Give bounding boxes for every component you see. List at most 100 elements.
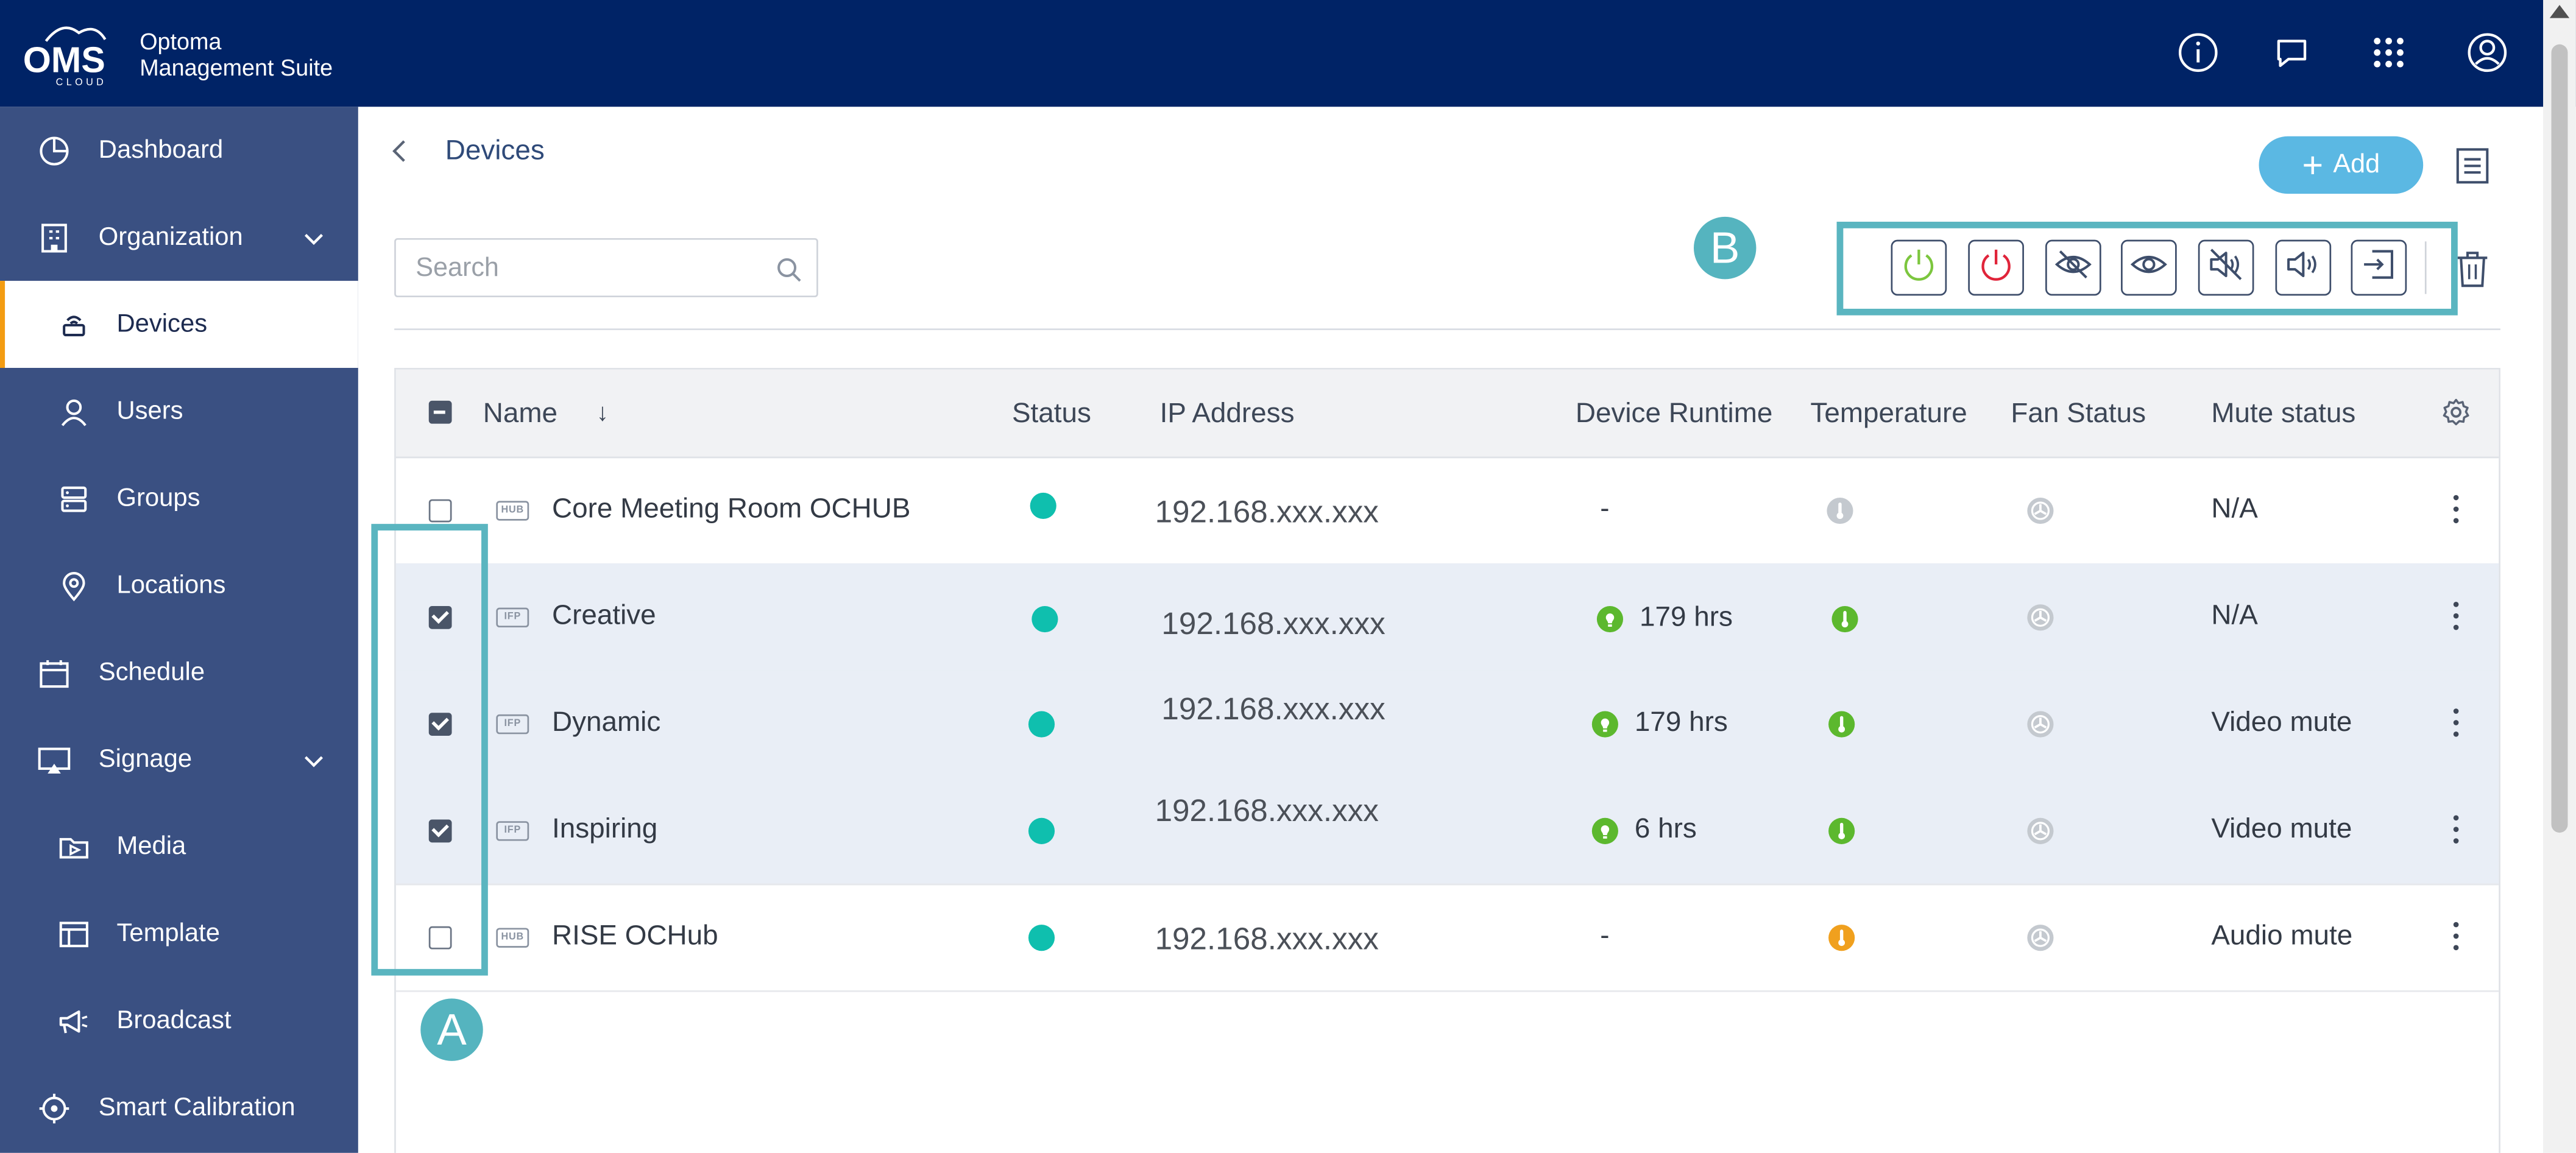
row-menu-kebab-icon[interactable]	[2453, 814, 2460, 844]
fan-status-icon	[2026, 496, 2056, 526]
media-folder-icon	[57, 830, 90, 863]
mute-status: N/A	[2211, 492, 2258, 524]
column-header-ip: IP Address	[1159, 397, 1295, 429]
sidebar-item-label: Users	[116, 397, 183, 425]
sidebar-item-dashboard[interactable]: Dashboard	[0, 107, 358, 194]
select-all-checkbox[interactable]	[428, 400, 452, 424]
sidebar-item-users[interactable]: Users	[0, 368, 358, 455]
signage-icon	[38, 743, 71, 776]
mute-status: N/A	[2211, 599, 2258, 631]
ip-address: 192.168.xxx.xxx	[1155, 923, 1379, 958]
sidebar-item-signage[interactable]: Signage	[0, 716, 358, 803]
scrollbar-thumb[interactable]	[2551, 44, 2568, 833]
device-name[interactable]: Dynamic	[552, 706, 660, 739]
device-runtime: 179 hrs	[1640, 601, 1733, 633]
list-view-icon[interactable]	[2454, 146, 2490, 186]
sidebar-item-label: Schedule	[98, 657, 205, 686]
top-bar: OMS CLOUD Optoma Management Suite	[0, 0, 2576, 107]
ip-address: 192.168.xxx.xxx	[1155, 795, 1379, 830]
info-icon[interactable]	[2177, 31, 2220, 74]
search-input[interactable]	[412, 249, 764, 289]
search-icon[interactable]	[776, 256, 802, 283]
row-menu-kebab-icon[interactable]	[2453, 601, 2460, 631]
status-online-dot	[1028, 711, 1055, 738]
sidebar-item-organization[interactable]: Organization	[0, 194, 358, 281]
sidebar-item-media[interactable]: Media	[0, 803, 358, 890]
calendar-icon	[38, 656, 71, 689]
audio-mute-on-icon	[2206, 244, 2246, 291]
status-online-dot	[1030, 492, 1056, 520]
sidebar-item-smart-calibration[interactable]: Smart Calibration	[0, 1064, 358, 1151]
table-row[interactable]: IFP Inspiring 192.168.xxx.xxx 6 hrs Vide…	[395, 777, 2499, 886]
sidebar-item-label: Groups	[116, 484, 200, 512]
oms-logo: OMS CLOUD	[23, 19, 125, 88]
power-on-button[interactable]	[1891, 239, 1947, 296]
ip-address: 192.168.xxx.xxx	[1155, 496, 1379, 531]
device-name[interactable]: Core Meeting Room OCHUB	[552, 493, 910, 526]
chevron-down-icon	[302, 749, 325, 772]
runtime-bulb-icon	[1595, 604, 1625, 634]
status-online-dot	[1031, 605, 1058, 633]
row-menu-kebab-icon[interactable]	[2453, 495, 2460, 524]
sidebar-item-locations[interactable]: Locations	[0, 542, 358, 629]
video-mute-off-button[interactable]	[2121, 239, 2177, 296]
table-row[interactable]: HUB RISE OCHub 192.168.xxx.xxx - Audio m…	[395, 884, 2499, 992]
hub-device-icon: HUB	[496, 501, 529, 521]
add-button[interactable]: + Add	[2259, 136, 2424, 194]
row-checkbox[interactable]	[428, 499, 452, 523]
toolbar-divider	[394, 328, 2500, 330]
column-header-temperature: Temperature	[1810, 397, 1967, 429]
sidebar-item-groups[interactable]: Groups	[0, 455, 358, 542]
device-runtime: -	[1600, 919, 1610, 951]
device-name[interactable]: Inspiring	[552, 813, 657, 846]
table-row[interactable]: IFP Creative 192.168.xxx.xxx 179 hrs N/A	[395, 563, 2499, 672]
ifp-device-icon: IFP	[496, 607, 529, 628]
page-title: Devices	[445, 135, 545, 166]
callout-badge-b: B	[1693, 216, 1757, 280]
device-name[interactable]: RISE OCHub	[552, 920, 718, 953]
trash-icon[interactable]	[2454, 250, 2490, 289]
sidebar-item-template[interactable]: Template	[0, 890, 358, 977]
chat-icon[interactable]	[2270, 31, 2313, 74]
table-row[interactable]: HUB Core Meeting Room OCHUB 192.168.xxx.…	[395, 457, 2499, 565]
groups-icon	[57, 482, 90, 515]
devices-table: Name ↓ Status IP Address Device Runtime …	[394, 367, 2500, 1153]
user-account-icon[interactable]	[2466, 31, 2508, 74]
vertical-scrollbar[interactable]	[2543, 0, 2576, 1153]
crosshair-icon	[38, 1091, 71, 1124]
svg-text:OMS: OMS	[23, 40, 105, 80]
dashboard-icon	[38, 134, 71, 167]
ifp-device-icon: IFP	[496, 714, 529, 735]
sort-arrow-icon[interactable]: ↓	[596, 399, 609, 427]
sidebar-item-label: Template	[116, 919, 221, 947]
sidebar-item-label: Signage	[98, 744, 193, 773]
column-header-name[interactable]: Name	[483, 398, 557, 431]
device-name[interactable]: Creative	[552, 599, 656, 632]
sidebar-item-schedule[interactable]: Schedule	[0, 629, 358, 716]
back-chevron-icon[interactable]	[387, 138, 414, 164]
sidebar-item-devices[interactable]: Devices	[0, 281, 358, 368]
video-mute-off-icon	[2129, 244, 2169, 291]
input-source-button[interactable]	[2351, 239, 2407, 296]
toolbar-separator	[2424, 241, 2427, 294]
fan-status-icon	[2026, 816, 2056, 846]
audio-mute-off-button[interactable]	[2275, 239, 2332, 296]
row-menu-kebab-icon[interactable]	[2453, 922, 2460, 951]
power-off-button[interactable]	[1968, 239, 2024, 296]
temperature-icon	[1827, 923, 1856, 953]
column-settings-gear-icon[interactable]	[2441, 398, 2471, 428]
search-box[interactable]	[394, 238, 818, 298]
sidebar-item-label: Devices	[116, 309, 208, 338]
scroll-up-arrow-icon[interactable]	[2549, 5, 2570, 18]
audio-mute-on-button[interactable]	[2198, 239, 2254, 296]
apps-grid-icon[interactable]	[2368, 31, 2410, 74]
sidebar-item-broadcast[interactable]: Broadcast	[0, 977, 358, 1064]
power-off-icon	[1976, 244, 2016, 291]
sidebar: Dashboard Organization Devices Users Gro…	[0, 107, 358, 1153]
sidebar-item-label: Broadcast	[116, 1006, 232, 1034]
brand-name: Optoma Management Suite	[140, 27, 333, 81]
temperature-icon	[1827, 710, 1856, 739]
table-row[interactable]: IFP Dynamic 192.168.xxx.xxx 179 hrs Vide…	[395, 670, 2499, 779]
row-menu-kebab-icon[interactable]	[2453, 708, 2460, 738]
video-mute-on-button[interactable]	[2045, 239, 2101, 296]
